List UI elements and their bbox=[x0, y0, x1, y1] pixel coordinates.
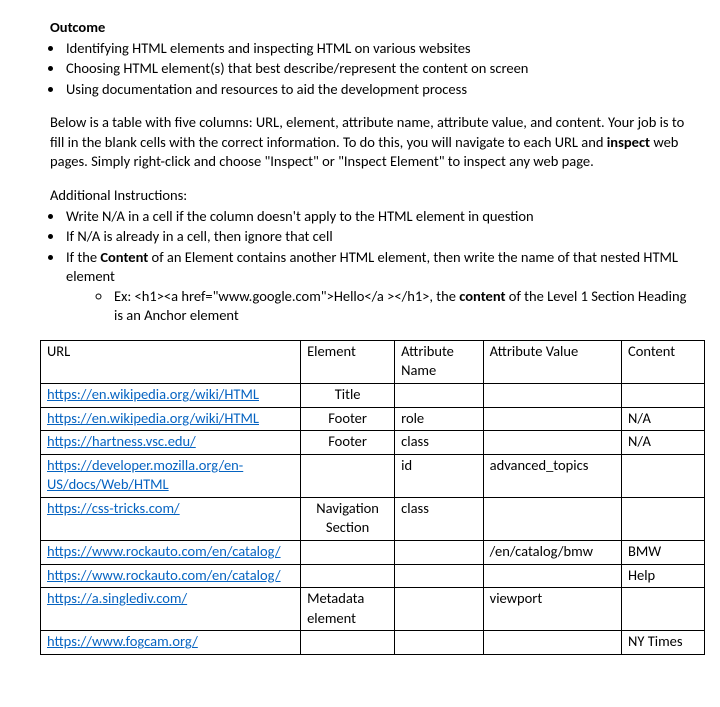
cell-element: Footer bbox=[301, 431, 395, 455]
cell-attr-value bbox=[483, 631, 621, 655]
ex-bold: content bbox=[459, 287, 505, 305]
url-link[interactable]: https://en.wikipedia.org/wiki/HTML bbox=[47, 385, 259, 403]
col-content: Content bbox=[621, 340, 704, 383]
url-link[interactable]: https://en.wikipedia.org/wiki/HTML bbox=[47, 409, 259, 427]
cell-attr-name bbox=[395, 540, 484, 564]
table-row: https://www.fogcam.org/ NY Times bbox=[41, 631, 705, 655]
cell-content: BMW bbox=[621, 540, 704, 564]
item3-a: If the bbox=[66, 248, 100, 266]
list-item: Write N/A in a cell if the column doesn'… bbox=[64, 207, 692, 227]
item3-b: of an Element contains another HTML elem… bbox=[66, 248, 678, 286]
table-row: https://www.rockauto.com/en/catalog/ /en… bbox=[41, 540, 705, 564]
cell-attr-value bbox=[483, 497, 621, 540]
assignment-table: URL Element Attribute Name Attribute Val… bbox=[40, 340, 705, 655]
cell-attr-name bbox=[395, 384, 484, 408]
url-link[interactable]: https://css-tricks.com/ bbox=[47, 499, 180, 517]
intro-paragraph: Below is a table with five columns: URL,… bbox=[50, 113, 692, 172]
url-link[interactable]: https://a.singlediv.com/ bbox=[47, 589, 187, 607]
cell-content: N/A bbox=[621, 431, 704, 455]
cell-element bbox=[301, 540, 395, 564]
cell-element: Footer bbox=[301, 407, 395, 431]
list-item: Choosing HTML element(s) that best descr… bbox=[64, 59, 692, 79]
list-item: If N/A is already in a cell, then ignore… bbox=[64, 227, 692, 247]
url-link[interactable]: https://hartness.vsc.edu/ bbox=[47, 432, 196, 450]
ex-a: Ex: <h1><a href="www.google.com">Hello</… bbox=[114, 287, 459, 305]
cell-content bbox=[621, 384, 704, 408]
table-row: https://hartness.vsc.edu/ Footer class N… bbox=[41, 431, 705, 455]
outcome-list: Identifying HTML elements and inspecting… bbox=[64, 39, 692, 100]
table-row: https://developer.mozilla.org/en-US/docs… bbox=[41, 454, 705, 497]
cell-attr-value bbox=[483, 431, 621, 455]
cell-attr-name: role bbox=[395, 407, 484, 431]
col-url: URL bbox=[41, 340, 301, 383]
cell-attr-value: advanced_topics bbox=[483, 454, 621, 497]
cell-content: Help bbox=[621, 564, 704, 588]
table-row: https://en.wikipedia.org/wiki/HTML Foote… bbox=[41, 407, 705, 431]
url-link[interactable]: https://www.rockauto.com/en/catalog/ bbox=[47, 566, 281, 584]
cell-element: Navigation Section bbox=[301, 497, 395, 540]
cell-element bbox=[301, 454, 395, 497]
table-row: https://a.singlediv.com/ Metadata elemen… bbox=[41, 588, 705, 631]
cell-attr-name bbox=[395, 588, 484, 631]
cell-element bbox=[301, 631, 395, 655]
table-row: https://www.rockauto.com/en/catalog/ Hel… bbox=[41, 564, 705, 588]
outcome-heading: Outcome bbox=[50, 18, 692, 38]
cell-element bbox=[301, 564, 395, 588]
list-item: Using documentation and resources to aid… bbox=[64, 80, 692, 100]
cell-attr-name: class bbox=[395, 497, 484, 540]
list-item: Identifying HTML elements and inspecting… bbox=[64, 39, 692, 59]
additional-heading: Additional Instructions: bbox=[50, 186, 692, 206]
url-link[interactable]: https://developer.mozilla.org/en-US/docs… bbox=[47, 456, 243, 494]
intro-text-a: Below is a table with five columns: URL,… bbox=[50, 113, 684, 151]
cell-element: Title bbox=[301, 384, 395, 408]
cell-content: NY Times bbox=[621, 631, 704, 655]
example-item: Ex: <h1><a href="www.google.com">Hello</… bbox=[112, 287, 692, 326]
url-link[interactable]: https://www.fogcam.org/ bbox=[47, 632, 198, 650]
cell-content bbox=[621, 588, 704, 631]
cell-content bbox=[621, 497, 704, 540]
table-row: https://css-tricks.com/ Navigation Secti… bbox=[41, 497, 705, 540]
item3-bold: Content bbox=[100, 248, 148, 266]
table-header-row: URL Element Attribute Name Attribute Val… bbox=[41, 340, 705, 383]
cell-content: N/A bbox=[621, 407, 704, 431]
url-link[interactable]: https://www.rockauto.com/en/catalog/ bbox=[47, 542, 281, 560]
table-row: https://en.wikipedia.org/wiki/HTML Title bbox=[41, 384, 705, 408]
cell-element: Metadata element bbox=[301, 588, 395, 631]
cell-attr-value bbox=[483, 384, 621, 408]
example-list: Ex: <h1><a href="www.google.com">Hello</… bbox=[112, 287, 692, 326]
cell-attr-value: viewport bbox=[483, 588, 621, 631]
col-attr-name: Attribute Name bbox=[395, 340, 484, 383]
cell-attr-name: id bbox=[395, 454, 484, 497]
list-item: If the Content of an Element contains an… bbox=[64, 248, 692, 326]
cell-content bbox=[621, 454, 704, 497]
cell-attr-value: /en/catalog/bmw bbox=[483, 540, 621, 564]
cell-attr-name bbox=[395, 631, 484, 655]
additional-list: Write N/A in a cell if the column doesn'… bbox=[64, 207, 692, 326]
intro-bold: inspect bbox=[607, 133, 650, 151]
cell-attr-name bbox=[395, 564, 484, 588]
cell-attr-value bbox=[483, 564, 621, 588]
cell-attr-name: class bbox=[395, 431, 484, 455]
cell-attr-value bbox=[483, 407, 621, 431]
col-element: Element bbox=[301, 340, 395, 383]
col-attr-value: Attribute Value bbox=[483, 340, 621, 383]
